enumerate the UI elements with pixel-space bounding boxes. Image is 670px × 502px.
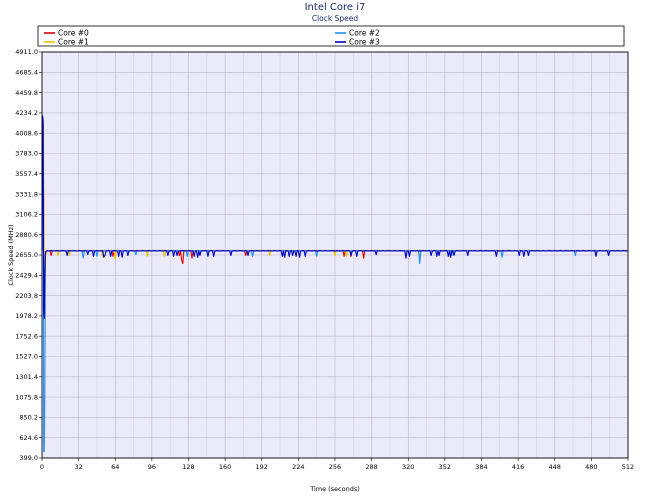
x-tick-label-15: 480 [585, 463, 597, 471]
legend-label-core-3: Core #3 [349, 38, 380, 47]
y-tick-label-11: 2880.6 [15, 231, 38, 239]
y-tick-label-13: 3331.8 [15, 190, 38, 198]
y-tick-label-4: 1301.4 [15, 373, 38, 381]
y-tick-label-0: 399.0 [19, 454, 38, 462]
y-axis-label: Clock Speed (MHz) [7, 224, 15, 285]
x-tick-label-14: 448 [549, 463, 561, 471]
y-tick-label-14: 3557.4 [15, 170, 38, 178]
x-tick-label-3: 96 [148, 463, 156, 471]
x-tick-label-8: 256 [329, 463, 341, 471]
x-tick-label-9: 288 [365, 463, 377, 471]
x-tick-label-12: 384 [475, 463, 487, 471]
legend-label-core-1: Core #1 [58, 38, 89, 47]
y-tick-label-17: 4234.2 [15, 109, 38, 117]
x-tick-label-4: 128 [182, 463, 194, 471]
y-tick-label-10: 2655.0 [15, 251, 38, 259]
x-axis-label: Time (seconds) [309, 485, 360, 493]
legend-label-core-0: Core #0 [58, 29, 89, 38]
x-tick-label-5: 160 [219, 463, 231, 471]
y-tick-label-7: 1978.2 [15, 312, 38, 320]
y-tick-label-6: 1752.6 [15, 332, 38, 340]
legend-box [37, 25, 625, 47]
legend: Core #0Core #1 Core #2Core #3 [37, 25, 625, 47]
legend-label-core-2: Core #2 [349, 29, 380, 38]
y-tick-label-3: 1075.8 [15, 393, 38, 401]
x-tick-label-11: 352 [439, 463, 451, 471]
chart-title: Intel Core i7 [305, 2, 366, 13]
y-tick-label-19: 4685.4 [15, 69, 38, 77]
y-tick-label-1: 624.6 [19, 434, 38, 442]
x-tick-label-0: 0 [40, 463, 44, 471]
chart-subtitle: Clock Speed [312, 14, 359, 23]
y-tick-label-8: 2203.8 [15, 292, 38, 300]
y-tick-label-18: 4459.8 [15, 89, 38, 97]
x-tick-label-16: 512 [622, 463, 634, 471]
x-tick-label-7: 224 [292, 463, 304, 471]
y-tick-label-12: 3106.2 [15, 211, 38, 219]
y-axis-ticks: 399.0 624.6 850.2 1075.8 1301.4 1527.0 1752.6 1… [15, 48, 42, 462]
y-tick-label-5: 1527.0 [15, 353, 38, 361]
y-tick-label-2: 850.2 [19, 414, 38, 422]
y-tick-label-20: 4911.0 [15, 48, 38, 56]
y-tick-label-16: 4008.6 [15, 129, 38, 137]
x-tick-label-2: 64 [111, 463, 119, 471]
x-tick-label-13: 416 [512, 463, 524, 471]
x-axis-ticks: 0 32 64 96 128 160 192 224 256 288 320 352 384 416 448… [40, 458, 634, 471]
y-tick-label-9: 2429.4 [15, 272, 38, 280]
x-tick-label-1: 32 [74, 463, 82, 471]
y-tick-label-15: 3783.0 [15, 150, 38, 158]
x-tick-label-6: 192 [256, 463, 268, 471]
x-tick-label-10: 320 [402, 463, 414, 471]
clock-speed-chart: Intel Core i7 Clock Speed Core #0Core #1… [7, 2, 634, 493]
